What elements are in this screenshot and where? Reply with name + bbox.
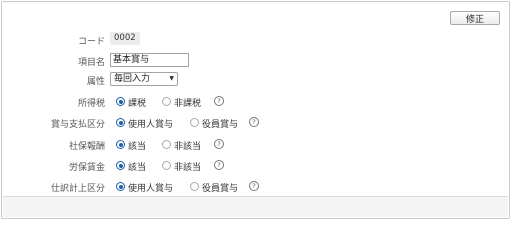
labor-insurance-label: 労保賃金 [68,163,105,173]
bonus-payment-employee-radio[interactable] [116,118,125,127]
question-circle-icon[interactable]: ? [214,160,224,170]
labor-insurance-not-applicable-label: 非該当 [174,163,202,173]
item-name-input[interactable]: 基本賞与 [110,53,189,67]
bonus-payment-type-label: 賞与支払区分 [50,120,105,130]
attribute-label: 属性 [86,77,105,87]
bonus-payment-employee-label: 使用人賞与 [128,120,174,130]
social-insurance-applicable-label: 該当 [128,142,147,152]
journal-entry-employee-label: 使用人賞与 [128,184,174,194]
attribute-select-value: 毎回入力 [114,74,151,84]
attribute-select[interactable]: 毎回入力 ▼ [110,72,178,86]
triangle-down-icon: ▼ [169,75,174,82]
question-circle-icon[interactable]: ? [249,117,259,127]
labor-insurance-not-applicable-radio[interactable] [162,161,171,170]
question-circle-icon[interactable]: ? [249,181,259,191]
income-tax-nontaxable-radio[interactable] [162,97,171,106]
social-insurance-applicable-radio[interactable] [116,140,125,149]
social-insurance-label: 社保報酬 [68,142,105,152]
edit-button[interactable]: 修正 [450,11,500,25]
labor-insurance-applicable-label: 該当 [128,163,147,173]
labor-insurance-applicable-radio[interactable] [116,161,125,170]
income-tax-nontaxable-label: 非課税 [174,99,202,109]
income-tax-taxable-label: 課税 [128,99,147,109]
journal-entry-officer-label: 役員賞与 [202,184,239,194]
panel-footer [3,196,508,217]
income-tax-label: 所得税 [77,99,105,109]
question-circle-icon[interactable]: ? [214,139,224,149]
journal-entry-officer-radio[interactable] [190,182,199,191]
income-tax-taxable-radio[interactable] [116,97,125,106]
code-label: コード [77,37,105,47]
journal-entry-employee-radio[interactable] [116,182,125,191]
social-insurance-not-applicable-label: 非該当 [174,142,202,152]
code-value: 0002 [110,32,140,45]
social-insurance-not-applicable-radio[interactable] [162,140,171,149]
item-name-label: 項目名 [77,58,105,68]
bonus-payment-officer-radio[interactable] [190,118,199,127]
bonus-payment-officer-label: 役員賞与 [202,120,239,130]
journal-entry-type-label: 仕訳計上区分 [50,184,105,194]
question-circle-icon[interactable]: ? [214,96,224,106]
